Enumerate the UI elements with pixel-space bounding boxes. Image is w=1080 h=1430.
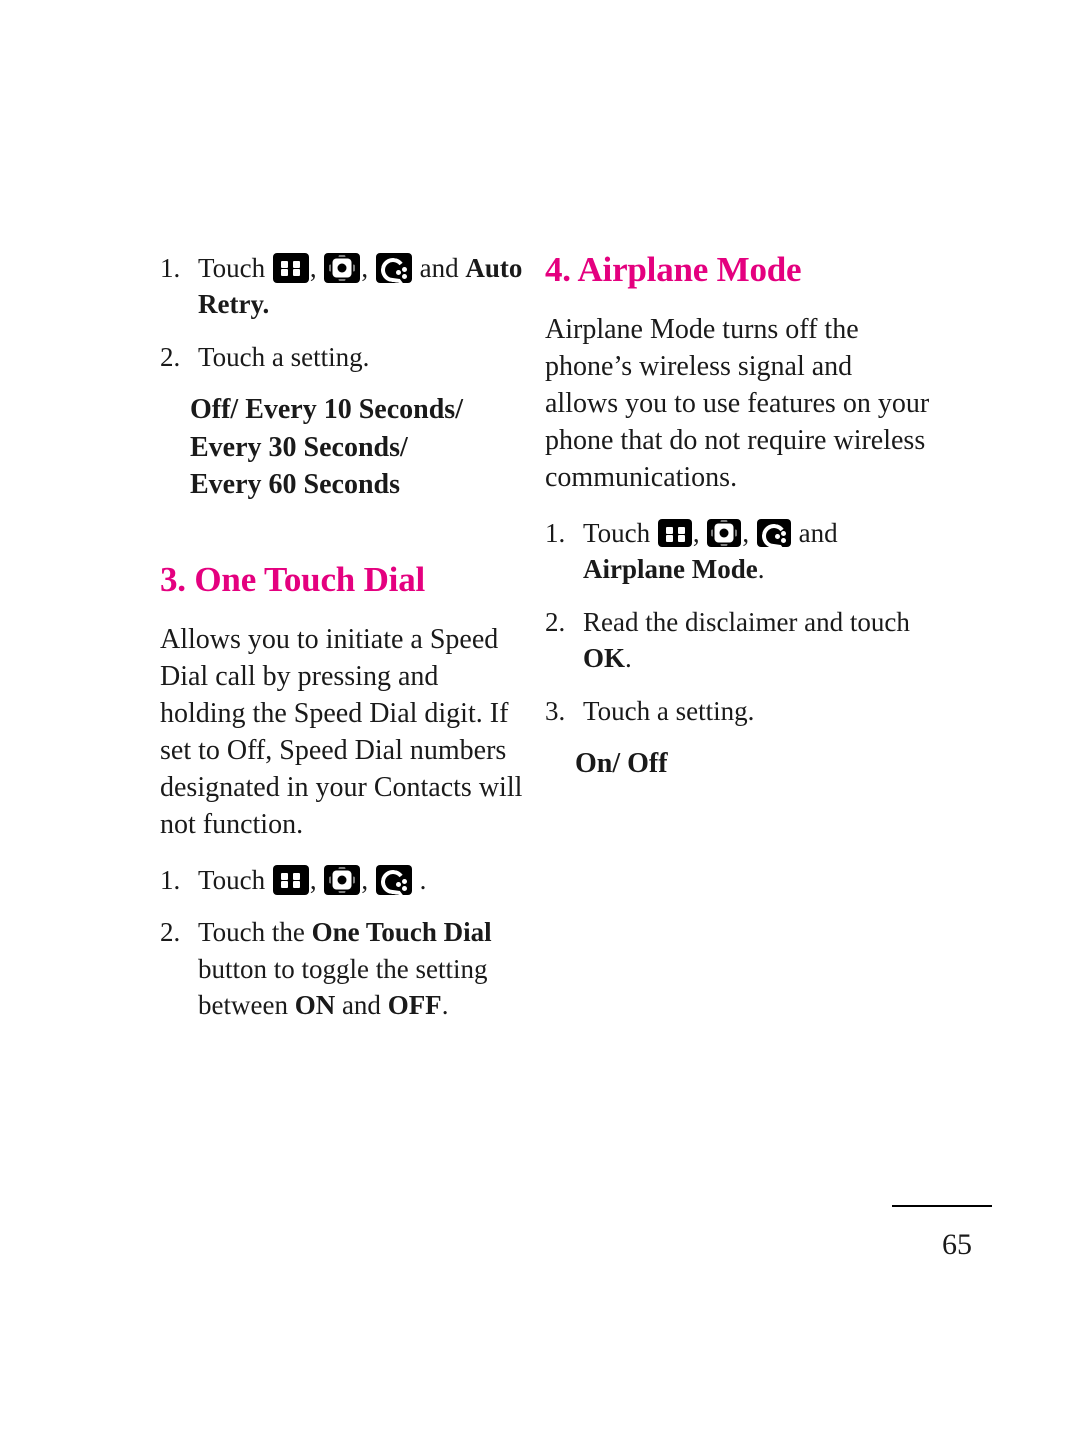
grid-menu-icon [272, 864, 309, 895]
comma-separator: , [692, 518, 700, 549]
section-body-one-touch-dial: Allows you to initiate a Speed Dial call… [160, 624, 523, 840]
footer-divider [892, 1205, 992, 1207]
setting-options-list: On/ Off [575, 745, 930, 783]
list-number: 1. [545, 518, 566, 549]
left-column: 1. Touch , , and Auto Retry. 2. Touch a … [160, 250, 525, 1040]
option-line: Off/ Every 10 Seconds/ [190, 394, 463, 426]
period: . [757, 554, 765, 585]
conjunction: and [341, 990, 381, 1021]
step-lead-text: Touch [198, 864, 266, 895]
value-on: ON [294, 990, 336, 1021]
call-settings-icon [756, 519, 791, 550]
comma-separator: , [309, 253, 317, 283]
settings-gear-icon [324, 864, 361, 895]
step-lead-text: Touch [198, 253, 266, 283]
step-and-text: and [419, 253, 459, 283]
list-content: Touch , , and Airplane Mode. [583, 515, 930, 588]
step-lead-text: Touch [583, 518, 651, 549]
section-heading-airplane-mode: 4. Airplane Mode [545, 250, 802, 289]
menu-target-label: Airplane Mode [583, 554, 758, 585]
period: . [625, 643, 632, 674]
list-content: Touch a setting. [198, 341, 370, 372]
comma-separator: , [309, 864, 317, 895]
list-content: Touch , , and Auto Retry. [198, 250, 525, 323]
comma-separator: , [742, 518, 750, 549]
call-settings-icon [375, 253, 412, 284]
comma-separator: , [361, 864, 369, 895]
settings-gear-icon [707, 519, 742, 548]
list-item: 1. Touch , , and Auto Retry. [160, 250, 525, 323]
page-number: 65 [942, 1228, 972, 1261]
step-pre-text: Read the disclaimer and touch [583, 606, 910, 637]
setting-options-list: Off/ Every 10 Seconds/ Every 30 Seconds/… [190, 391, 525, 504]
list-number: 1. [160, 253, 181, 283]
list-item: 1. Touch , , . [160, 862, 525, 898]
list-item: 2. Touch a setting. [160, 339, 525, 375]
option-line: Every 30 Seconds/ [190, 431, 408, 463]
button-label-one-touch-dial: One Touch Dial [311, 917, 492, 948]
option-line: On/ Off [575, 748, 668, 780]
call-settings-icon [375, 864, 412, 896]
option-line: Every 60 Seconds [190, 469, 400, 501]
list-item: 1. Touch , , and Airplane Mode. [545, 515, 930, 588]
settings-gear-icon [324, 253, 361, 283]
manual-page: 1. Touch , , and Auto Retry. 2. Touch a … [0, 0, 1080, 1430]
period: . [441, 990, 449, 1021]
list-item: 2. Touch the One Touch Dial button to to… [160, 914, 525, 1023]
right-column: 4. Airplane Mode Airplane Mode turns off… [545, 250, 930, 803]
list-content: Touch the One Touch Dial button to toggl… [198, 914, 525, 1023]
button-label-ok: OK [583, 643, 626, 674]
comma-separator: , [361, 253, 369, 283]
period: . [419, 864, 427, 895]
section-body-airplane-mode: Airplane Mode turns off the phone’s wire… [545, 314, 930, 494]
section-heading-one-touch-dial: 3. One Touch Dial [160, 559, 426, 599]
list-number: 2. [160, 341, 181, 372]
list-number: 1. [160, 864, 181, 895]
value-off: OFF [387, 990, 442, 1021]
step-pre-text: Touch the [198, 917, 305, 948]
list-content: Touch , , . [198, 862, 525, 898]
grid-menu-icon [272, 253, 309, 283]
list-content: Touch a setting. [583, 695, 755, 726]
list-content: Read the disclaimer and touch OK. [583, 604, 930, 677]
step-and-text: and [798, 518, 838, 549]
grid-menu-icon [657, 519, 692, 548]
list-number: 3. [545, 695, 566, 726]
list-item: 3. Touch a setting. [545, 693, 930, 729]
list-number: 2. [545, 606, 566, 637]
list-item: 2. Read the disclaimer and touch OK. [545, 604, 930, 677]
list-number: 2. [160, 917, 181, 948]
period: . [262, 289, 270, 320]
